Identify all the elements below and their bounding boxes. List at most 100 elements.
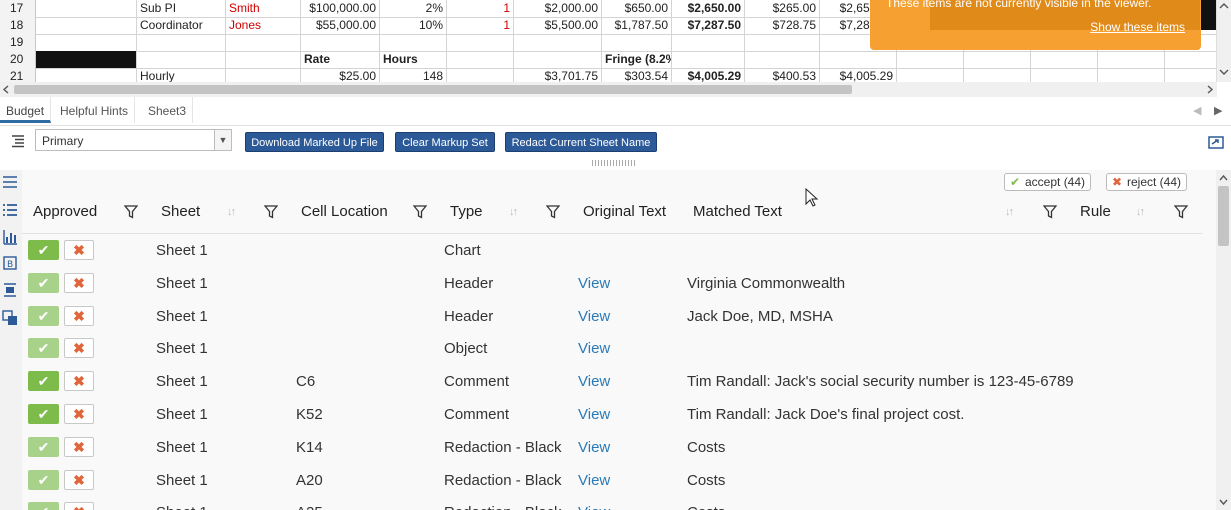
list-view-icon[interactable] xyxy=(2,202,18,218)
list-menu-icon[interactable] xyxy=(11,134,25,148)
sheet-cell[interactable]: $2,000.00 xyxy=(514,0,602,17)
sheet-cell[interactable] xyxy=(897,68,964,82)
sheet-cell[interactable] xyxy=(745,51,820,68)
row-number[interactable]: 20 xyxy=(0,51,36,68)
sheet-cell[interactable]: 1 xyxy=(447,17,514,34)
sheet-cell[interactable]: $25.00 xyxy=(301,68,380,82)
redact-sheet-name-button[interactable]: Redact Current Sheet Name xyxy=(505,132,657,152)
popout-icon[interactable] xyxy=(1208,134,1224,150)
reject-button[interactable]: ✖ xyxy=(64,371,94,392)
sheet-cell[interactable] xyxy=(226,34,301,51)
sheet-cell[interactable]: $55,000.00 xyxy=(301,17,380,34)
reject-all-button[interactable]: ✖ reject (44) xyxy=(1106,173,1188,191)
col-header-original-text[interactable]: Original Text xyxy=(583,203,666,220)
sheet-cell[interactable] xyxy=(301,34,380,51)
sheet-cell[interactable] xyxy=(1031,68,1098,82)
sheet-cell[interactable]: Sub PI xyxy=(137,0,226,17)
view-original-link[interactable]: View xyxy=(578,406,610,423)
sheet-cell[interactable]: Rate xyxy=(301,51,380,68)
markup-set-select[interactable]: Primary ▼ xyxy=(35,129,232,151)
sheet-cell[interactable]: $2,650.00 xyxy=(672,0,745,17)
sheet-cell[interactable]: 148 xyxy=(380,68,447,82)
approve-button[interactable]: ✔ xyxy=(28,502,59,510)
sheet-cell[interactable]: $3,701.75 xyxy=(514,68,602,82)
approve-button[interactable]: ✔ xyxy=(28,436,59,457)
sheet-cell[interactable] xyxy=(672,51,745,68)
sheet-cell[interactable] xyxy=(226,68,301,82)
sheet-cell[interactable]: Fringe (8.2%) xyxy=(602,51,672,68)
sheet-cell[interactable] xyxy=(514,51,602,68)
filter-icon[interactable] xyxy=(124,205,138,219)
download-marked-up-button[interactable]: Download Marked Up File xyxy=(245,132,384,152)
sheet-cell[interactable] xyxy=(1031,51,1098,68)
reject-button[interactable]: ✖ xyxy=(64,502,94,510)
show-items-link[interactable]: Show these items xyxy=(1090,20,1185,34)
tab-sheet3[interactable]: Sheet3 xyxy=(142,97,194,123)
view-original-link[interactable]: View xyxy=(578,504,610,510)
sheet-cell[interactable] xyxy=(964,68,1031,82)
sheet-cell[interactable] xyxy=(672,34,745,51)
sheet-vertical-scrollbar[interactable] xyxy=(1216,0,1231,82)
sheet-cell[interactable] xyxy=(602,34,672,51)
col-header-cell-location[interactable]: Cell Location xyxy=(301,203,388,220)
filter-icon[interactable] xyxy=(413,205,427,219)
col-header-rule[interactable]: Rule xyxy=(1080,203,1111,220)
sheet-cell[interactable]: $100,000.00 xyxy=(301,0,380,17)
sheet-cell[interactable] xyxy=(226,51,301,68)
tab-next-icon[interactable]: ▶ xyxy=(1214,104,1222,117)
row-number[interactable]: 21 xyxy=(0,68,36,82)
sheet-cell[interactable]: 2% xyxy=(380,0,447,17)
approve-button[interactable]: ✔ xyxy=(28,404,59,424)
sheet-cell[interactable]: Coordinator xyxy=(137,17,226,34)
approve-button[interactable]: ✔ xyxy=(28,371,59,392)
approve-button[interactable]: ✔ xyxy=(28,240,59,260)
sheet-cell[interactable]: $4,005.29 xyxy=(672,68,745,82)
chart-view-icon[interactable] xyxy=(2,229,18,245)
col-header-approved[interactable]: Approved xyxy=(33,203,97,220)
grid-vertical-scrollbar[interactable] xyxy=(1216,170,1231,510)
sheet-cell[interactable] xyxy=(36,34,137,51)
sheet-cell[interactable]: Hourly xyxy=(137,68,226,82)
sheet-cell[interactable]: 1 xyxy=(447,0,514,17)
reject-button[interactable]: ✖ xyxy=(64,240,94,260)
row-number[interactable]: 19 xyxy=(0,34,36,51)
reject-button[interactable]: ✖ xyxy=(64,338,94,359)
sheet-cell[interactable]: $728.75 xyxy=(745,17,820,34)
sheet-cell[interactable] xyxy=(36,68,137,82)
tab-helpful-hints[interactable]: Helpful Hints xyxy=(54,97,136,123)
sheet-horizontal-scrollbar[interactable] xyxy=(0,82,1217,97)
sheet-cell[interactable] xyxy=(897,51,964,68)
scroll-thumb[interactable] xyxy=(14,85,852,94)
view-original-link[interactable]: View xyxy=(578,308,610,325)
sheet-cell[interactable]: $265.00 xyxy=(745,0,820,17)
tab-prev-icon[interactable]: ◀ xyxy=(1193,104,1201,117)
align-icon[interactable] xyxy=(2,282,18,298)
sheet-cell[interactable] xyxy=(447,51,514,68)
sheet-cell[interactable] xyxy=(36,17,137,34)
filter-icon[interactable] xyxy=(264,205,278,219)
sheet-cell[interactable]: Jones xyxy=(226,17,301,34)
reject-button[interactable]: ✖ xyxy=(64,272,94,293)
view-original-link[interactable]: View xyxy=(578,340,610,357)
scroll-right-icon[interactable] xyxy=(1203,82,1217,97)
sort-icon[interactable]: ↓↑ xyxy=(1136,206,1145,218)
approve-button[interactable]: ✔ xyxy=(28,469,59,490)
sheet-cell[interactable]: $303.54 xyxy=(602,68,672,82)
sort-icon[interactable]: ↓↑ xyxy=(1005,206,1014,218)
sheet-cell[interactable]: Smith xyxy=(226,0,301,17)
sheet-cell[interactable] xyxy=(1098,68,1165,82)
filter-icon[interactable] xyxy=(1174,205,1188,219)
filter-icon[interactable] xyxy=(1043,205,1057,219)
view-original-link[interactable]: View xyxy=(578,373,610,390)
sheet-cell[interactable] xyxy=(137,34,226,51)
sort-icon[interactable]: ↓↑ xyxy=(509,206,518,218)
view-original-link[interactable]: View xyxy=(578,275,610,292)
view-original-link[interactable]: View xyxy=(578,472,610,489)
sheet-cell[interactable] xyxy=(1098,51,1165,68)
sheet-cell[interactable]: $650.00 xyxy=(602,0,672,17)
chevron-down-icon[interactable]: ▼ xyxy=(214,130,231,150)
sheet-cell[interactable]: Hours xyxy=(380,51,447,68)
sheet-cell[interactable]: $7,287.50 xyxy=(672,17,745,34)
col-header-matched-text[interactable]: Matched Text xyxy=(693,203,782,220)
accept-all-button[interactable]: ✔ accept (44) xyxy=(1004,173,1092,191)
